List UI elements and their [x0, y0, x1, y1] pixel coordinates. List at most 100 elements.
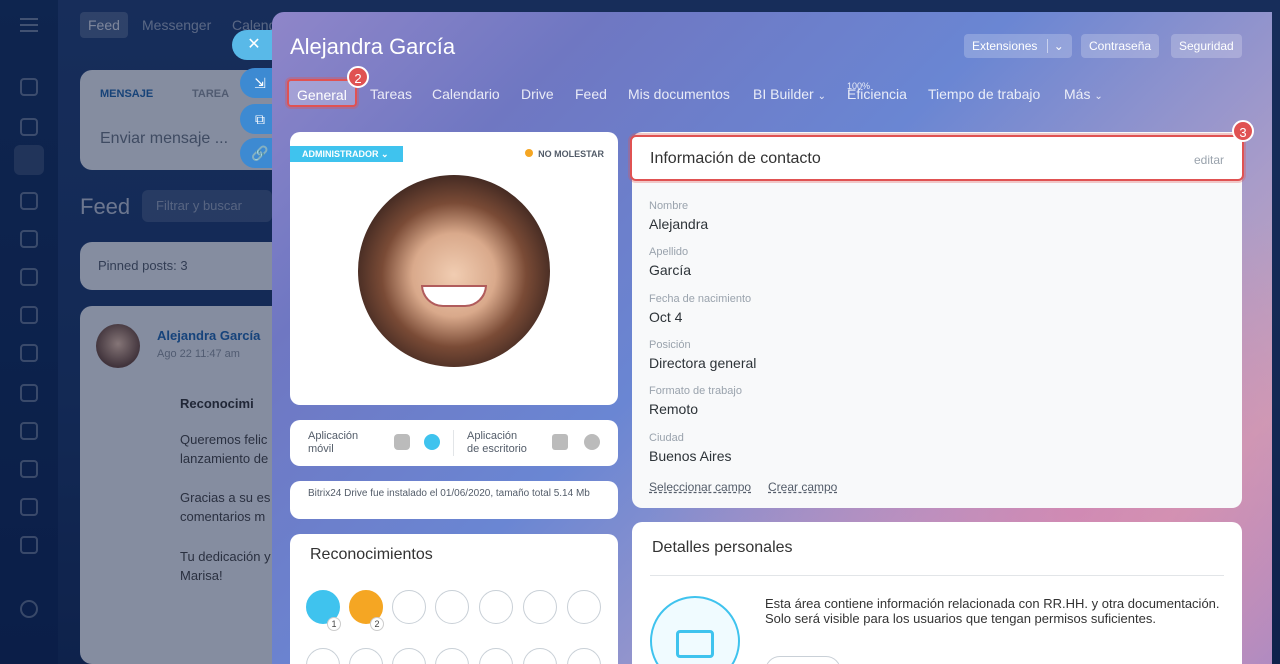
- filter-icon[interactable]: [20, 498, 38, 516]
- heart-icon[interactable]: [435, 648, 469, 664]
- field-value: Alejandra: [649, 216, 709, 232]
- field-posicion: Posición Directora general: [649, 339, 756, 371]
- cocktail-icon[interactable]: [523, 590, 557, 624]
- bg-tab-messenger[interactable]: Messenger: [134, 12, 219, 38]
- board-icon[interactable]: [20, 306, 38, 324]
- bg-post-heading: Reconocimi: [180, 396, 254, 411]
- bg-pinned[interactable]: Pinned posts: 3: [80, 242, 300, 290]
- beer-icon[interactable]: [479, 648, 513, 664]
- menu-icon[interactable]: [20, 18, 38, 32]
- bg-tab-feed[interactable]: Feed: [80, 12, 128, 38]
- apps-card: Aplicación móvil Aplicación de escritorio: [290, 420, 618, 466]
- tab-tiempo-de-trabajo[interactable]: Tiempo de trabajo: [928, 80, 1040, 108]
- desktop-app-label-line2: de escritorio: [467, 443, 527, 455]
- bg-filter-input[interactable]: Filtrar y buscar: [142, 190, 272, 222]
- tab-calendario[interactable]: Calendario: [432, 80, 500, 108]
- cake-icon[interactable]: [567, 590, 601, 624]
- tab-feed[interactable]: Feed: [575, 80, 607, 108]
- divider: [650, 575, 1224, 576]
- tab-mas[interactable]: Más ⌄: [1064, 80, 1103, 108]
- select-field-link[interactable]: Seleccionar campo: [649, 480, 751, 494]
- bg-post-line: Marisa!: [180, 568, 223, 583]
- mail-icon[interactable]: [20, 384, 38, 402]
- contact-title: Información de contacto: [650, 150, 821, 167]
- flower-icon[interactable]: [523, 648, 557, 664]
- checkbox-icon[interactable]: [20, 460, 38, 478]
- bg-post-avatar: [96, 324, 140, 368]
- robot-icon[interactable]: [20, 536, 38, 554]
- appstore-icon[interactable]: [424, 434, 440, 450]
- callout-badge-3: 3: [1232, 120, 1254, 142]
- field-label: Nombre: [649, 200, 689, 212]
- bg-composer-tab-message[interactable]: MENSAJE: [100, 88, 153, 100]
- star-icon[interactable]: [392, 648, 426, 664]
- drive-note: Bitrix24 Drive fue instalado el 01/06/20…: [308, 488, 590, 499]
- crown-icon[interactable]: [479, 590, 513, 624]
- role-badge-label: ADMINISTRADOR: [302, 149, 379, 159]
- close-button[interactable]: ✕: [232, 30, 276, 60]
- bg-composer-tab-task[interactable]: TAREA: [192, 88, 229, 100]
- settings-icon[interactable]: [20, 192, 38, 210]
- users-icon[interactable]: [20, 422, 38, 440]
- feed-icon[interactable]: [14, 145, 44, 175]
- bg-post-line: Tu dedicación y: [180, 549, 271, 564]
- recognitions-card: Reconocimientos 1 2: [290, 534, 618, 664]
- avatar[interactable]: [358, 175, 550, 367]
- field-label: Apellido: [649, 246, 689, 258]
- role-badge[interactable]: ADMINISTRADOR ⌄: [290, 146, 403, 162]
- field-value: Remoto: [649, 401, 699, 417]
- tab-bi-builder[interactable]: BI Builder ⌄: [753, 80, 826, 108]
- mobile-app-label: Aplicación móvil: [308, 430, 358, 456]
- recognitions-title: Reconocimientos: [310, 546, 433, 563]
- field-label: Ciudad: [649, 432, 684, 444]
- android-icon[interactable]: [394, 434, 410, 450]
- personal-card: Detalles personales Esta área contiene i…: [632, 522, 1242, 664]
- security-button[interactable]: Seguridad: [1171, 34, 1242, 58]
- field-ciudad: Ciudad Buenos Aires: [649, 432, 732, 464]
- gift-count: 1: [327, 617, 341, 631]
- tab-drive[interactable]: Drive: [521, 80, 554, 108]
- chevron-down-icon[interactable]: ⌄: [1046, 39, 1064, 53]
- field-fecha-nacimiento: Fecha de nacimiento Oct 4: [649, 293, 751, 325]
- tab-mis-documentos[interactable]: Mis documentos: [628, 80, 730, 108]
- desktop-app-label: Aplicación de escritorio: [467, 430, 527, 456]
- left-sidebar: [0, 0, 58, 664]
- card-icon[interactable]: [20, 344, 38, 362]
- trophy-count: 2: [370, 617, 384, 631]
- bg-composer-input[interactable]: Enviar mensaje ...: [100, 130, 228, 148]
- flag-icon[interactable]: [349, 648, 383, 664]
- tab-eficiencia[interactable]: 100% Eficiencia: [847, 80, 907, 108]
- password-button[interactable]: Contraseña: [1081, 34, 1160, 58]
- tab-general[interactable]: General: [287, 79, 357, 107]
- briefcase-icon: [650, 596, 740, 664]
- messages-icon[interactable]: [20, 118, 38, 136]
- status-indicator[interactable]: NO MOLESTAR: [525, 149, 604, 159]
- extensions-button[interactable]: Extensiones ⌄: [964, 34, 1072, 58]
- trophy-icon[interactable]: 2: [349, 590, 384, 631]
- badge-icon[interactable]: [306, 648, 340, 664]
- chat-icon[interactable]: [20, 78, 38, 96]
- create-field-link[interactable]: Crear campo: [768, 480, 837, 494]
- divider: [453, 430, 454, 456]
- status-dot-icon: [525, 149, 534, 157]
- field-label: Posición: [649, 339, 691, 351]
- smile-icon[interactable]: [567, 648, 601, 664]
- tab-bi-builder-label: BI Builder: [753, 86, 814, 102]
- document-icon[interactable]: [20, 268, 38, 286]
- calendar-icon[interactable]: [20, 230, 38, 248]
- bg-post-line: comentarios m: [180, 509, 266, 524]
- avatar-card: ADMINISTRADOR ⌄ NO MOLESTAR: [290, 132, 618, 405]
- personal-action-button[interactable]: [765, 656, 841, 664]
- gear-icon[interactable]: [20, 600, 38, 618]
- windows-icon[interactable]: [552, 434, 568, 450]
- personal-title: Detalles personales: [652, 539, 793, 556]
- tab-mas-label: Más: [1064, 86, 1091, 102]
- gift-icon[interactable]: 1: [306, 590, 341, 631]
- thumbs-up-icon[interactable]: [392, 590, 426, 624]
- tab-tareas[interactable]: Tareas: [370, 80, 412, 108]
- apple-icon[interactable]: [584, 434, 600, 450]
- bg-post-author[interactable]: Alejandra García: [157, 328, 260, 343]
- efficiency-percent: 100%: [847, 81, 871, 91]
- money-bag-icon[interactable]: [435, 590, 469, 624]
- edit-link[interactable]: editar: [1194, 153, 1224, 167]
